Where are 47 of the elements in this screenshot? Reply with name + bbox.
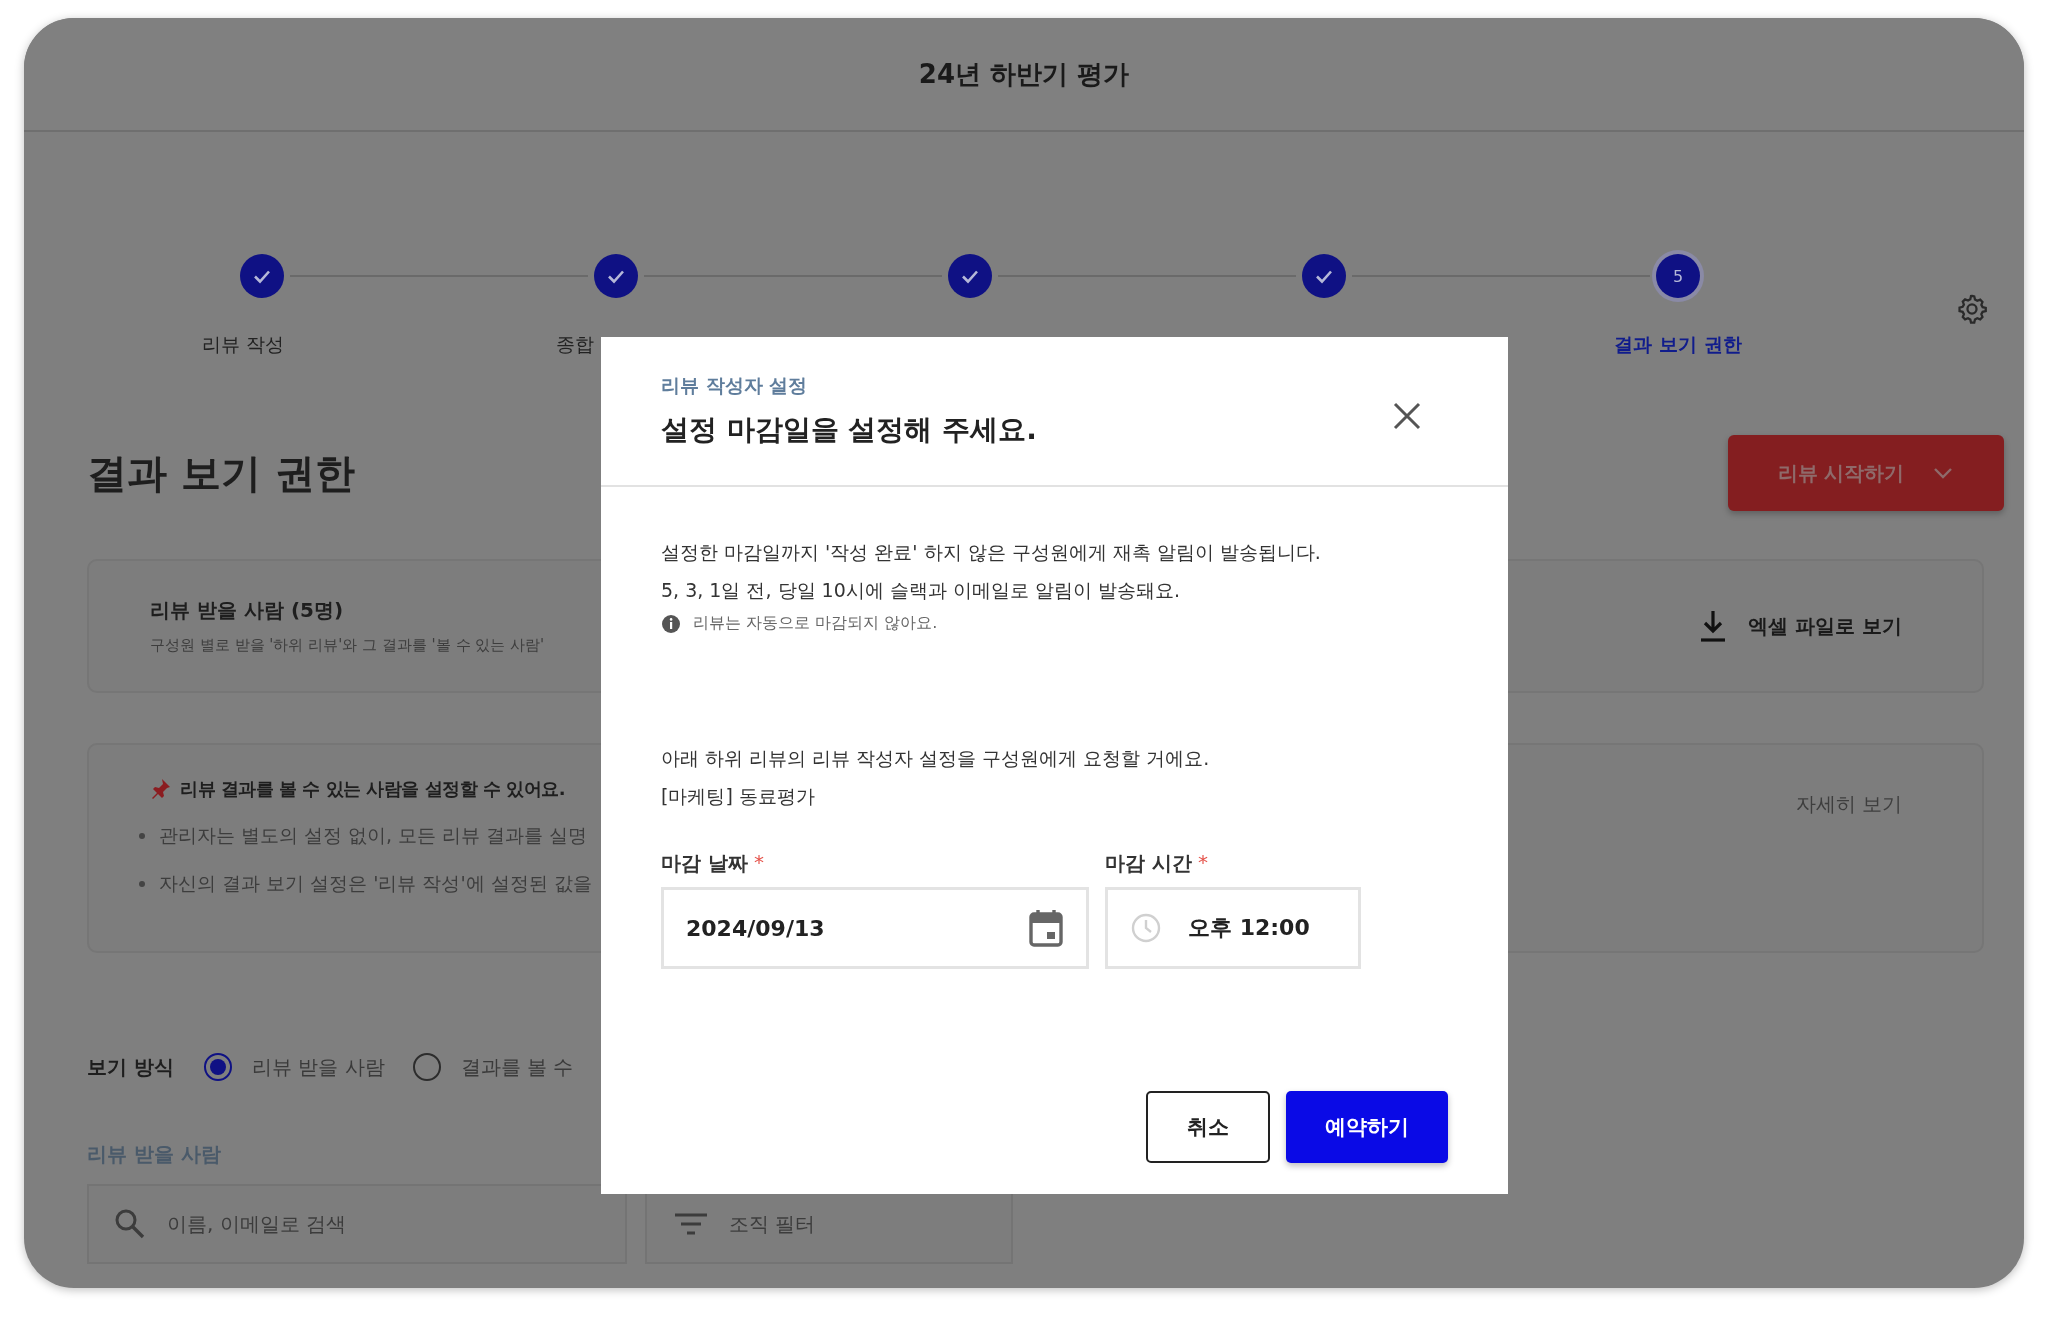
start-review-button[interactable]: 리뷰 시작하기 [1728,435,2004,511]
radio-label[interactable]: 리뷰 받을 사람 [251,1053,385,1081]
radio-label[interactable]: 결과를 볼 수 [460,1053,574,1081]
filter-icon [673,1211,709,1237]
chevron-down-icon [1932,466,1955,480]
calendar-icon[interactable] [1028,908,1064,948]
modal-text: 아래 하위 리뷰의 리뷰 작성자 설정을 구성원에게 요청할 거에요. [661,746,1210,771]
required-mark: * [1197,850,1208,874]
search-icon [113,1207,147,1241]
info-icon [661,613,681,634]
time-field[interactable]: 오후 12:00 [1105,887,1361,969]
search-field[interactable]: 이름, 이메일로 검색 [87,1184,627,1264]
review-name: [마케팅] 동료평가 [661,784,815,809]
close-icon[interactable] [1392,401,1422,431]
modal-subtitle: 리뷰 작성자 설정 [661,373,809,398]
modal-title: 설정 마감일을 설정해 주세요. [661,412,1037,448]
modal-text: 설정한 마감일까지 '작성 완료' 하지 않은 구성원에게 재촉 알림이 발송됩니다. [661,540,1321,565]
card-description: 구성원 별로 받을 '하위 리뷰'와 그 결과를 '볼 수 있는 사람' [150,636,545,655]
search-input[interactable]: 이름, 이메일로 검색 [165,1211,569,1237]
step-check-icon[interactable] [948,254,992,298]
notice-bullet: 관리자는 별도의 설정 없이, 모든 리뷰 결과를 실명 [159,823,588,848]
required-mark: * [753,850,764,874]
step-check-icon[interactable] [1302,254,1346,298]
notice-title: 리뷰 결과를 볼 수 있는 사람을 설정할 수 있어요. [180,777,565,801]
settings-icon[interactable] [1955,292,1989,326]
step-label[interactable]: 결과 보기 권한 [1614,332,1742,358]
radio-button[interactable] [203,1053,232,1081]
card-title: 리뷰 받을 사람 (5명) [150,597,345,624]
reserve-button[interactable]: 예약하기 [1286,1091,1448,1163]
view-mode-label: 보기 방식 [87,1053,174,1081]
step-number[interactable]: 5 [1656,254,1700,298]
notice-bullet: 자신의 결과 보기 설정은 '리뷰 작성'에 설정된 값을 [159,871,592,896]
clock-icon [1130,912,1162,944]
step-label[interactable]: 리뷰 작성 [202,332,322,358]
field-label: 마감 날짜 [661,850,748,877]
field-label: 마감 시간 [1105,850,1192,877]
step-check-icon[interactable] [240,254,284,298]
modal-text: 5, 3, 1일 전, 당일 10시에 슬랙과 이메일로 알림이 발송돼요. [661,578,1180,603]
details-link[interactable]: 자세히 보기 [1795,791,1902,951]
radio-button[interactable] [412,1053,441,1081]
date-field[interactable]: 2024/09/13 [661,887,1089,969]
section-heading: 결과 보기 권한 [87,448,355,498]
excel-link[interactable]: 엑셀 파일로 보기 [1748,612,1902,640]
note-text: 리뷰는 자동으로 마감되지 않아요. [693,613,938,634]
cancel-button[interactable]: 취소 [1146,1091,1270,1163]
page-title: 24년 하반기 평가 [918,57,1130,91]
step-check-icon[interactable] [594,254,638,298]
